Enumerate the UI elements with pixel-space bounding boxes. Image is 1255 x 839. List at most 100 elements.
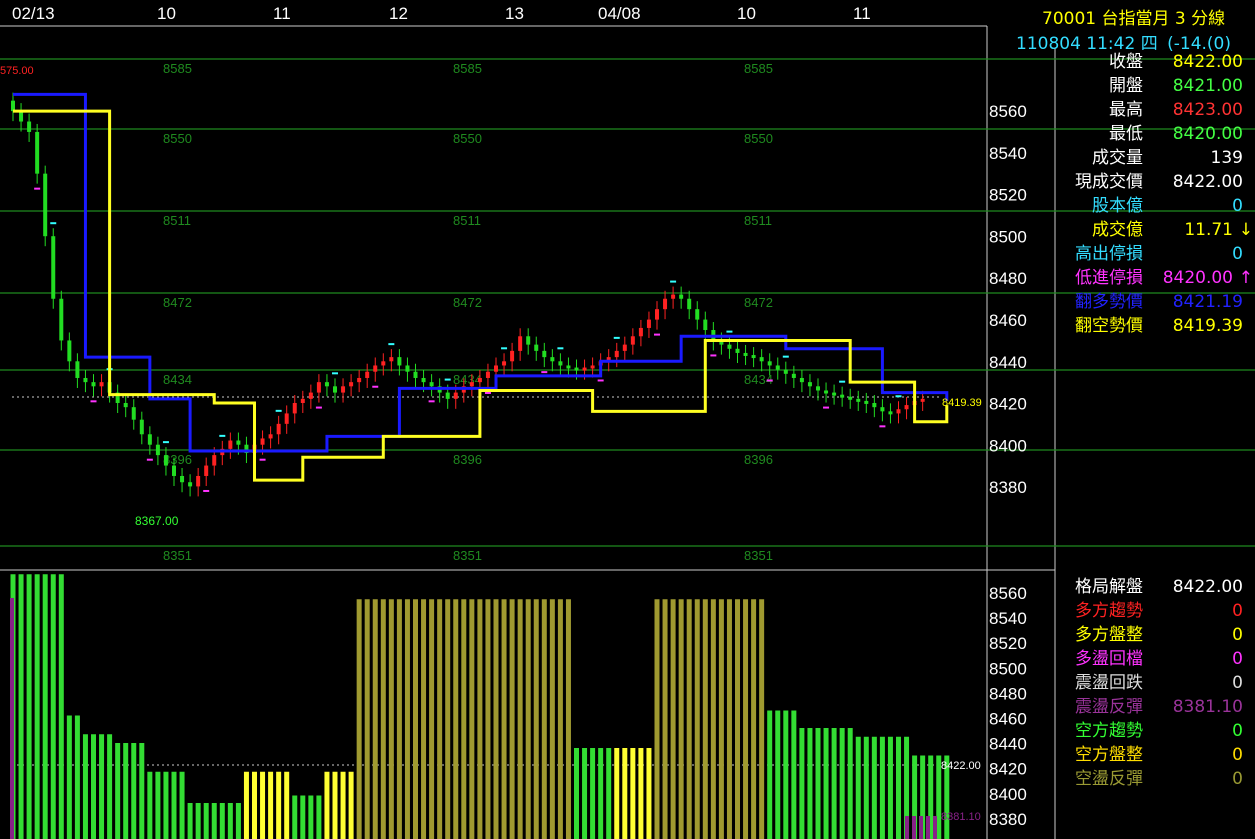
pivot-label: 8472 — [744, 295, 773, 310]
regime-bar — [831, 728, 837, 839]
candle-body — [284, 413, 289, 424]
candle-body — [751, 355, 756, 359]
regime-bar — [710, 599, 716, 839]
regime-bar — [646, 748, 652, 839]
pivot-label: 8585 — [744, 61, 773, 76]
candle-body — [840, 394, 845, 398]
price-tick-label: 8520 — [989, 186, 1027, 205]
candle-body — [147, 434, 152, 445]
candle-body — [373, 365, 378, 372]
regime-bar — [622, 748, 628, 839]
panel-value: 0 — [1232, 673, 1243, 693]
panel-row: 翻多勢價 8421.19 — [1055, 290, 1255, 314]
regime-bar — [493, 599, 499, 839]
regime-bar — [638, 748, 644, 839]
regime-bar — [533, 599, 539, 839]
regime-bar-purple — [912, 816, 916, 839]
high-stop-dot — [219, 434, 226, 437]
high-stop-dot — [501, 347, 508, 350]
panel-label: 多方盤整 — [1075, 625, 1143, 645]
candle-body — [614, 350, 619, 358]
regime-bar — [726, 599, 732, 839]
pivot-label: 8351 — [453, 548, 482, 563]
candle-body — [99, 382, 104, 387]
panel-label: 多盪回檔 — [1075, 649, 1143, 669]
lower-tick-label: 8460 — [989, 710, 1027, 729]
candle-body — [574, 367, 579, 371]
pivot-label: 8511 — [163, 213, 191, 228]
lower-price-axis: 8560 8540 8520 8500 8480 8460 8440 8420 8400 8380 — [989, 584, 1027, 829]
low-stop-dot — [259, 458, 266, 461]
panel-row: 現成交價 8422.00 — [1055, 170, 1255, 194]
regime-bar — [775, 710, 781, 839]
panel-row: 多方盤整 0 — [1055, 623, 1255, 647]
candle-body — [880, 407, 885, 412]
regime-bar — [235, 803, 241, 839]
regime-bar — [590, 748, 596, 839]
panel-arrow: ↓ — [1238, 220, 1253, 240]
candle-body — [856, 398, 861, 402]
pivot-label: 8550 — [163, 131, 192, 146]
regime-bar — [694, 599, 700, 839]
candle-body — [445, 392, 450, 399]
pivot-label: 8511 — [453, 213, 481, 228]
candle-body — [679, 294, 684, 299]
low-stop-dot — [654, 333, 660, 336]
candle-body — [759, 357, 764, 362]
regime-bar-purple — [933, 816, 937, 839]
low-stop-dot — [823, 406, 830, 409]
candle-body — [655, 309, 659, 320]
regime-bar — [203, 803, 209, 839]
candle-body — [228, 440, 233, 449]
panel-value: 139 — [1210, 148, 1243, 168]
low-stop-dot — [484, 391, 491, 394]
candle-body — [139, 419, 144, 435]
regime-bar — [686, 599, 692, 839]
x-axis: 02/13 10 11 12 13 04/08 10 11 — [12, 4, 871, 23]
pivot-label: 8550 — [453, 131, 482, 146]
panel-value: 8420.00 — [1172, 124, 1243, 144]
panel-arrow: ↑ — [1238, 268, 1253, 288]
price-axis: 8560 8540 8520 8500 8480 8460 8440 8420 8400 8380 — [989, 102, 1027, 497]
x-tick-label: 12 — [389, 4, 408, 23]
panel-label: 最高 — [1109, 100, 1143, 120]
candle-body — [341, 386, 346, 393]
lower-tick-label: 8500 — [989, 659, 1027, 678]
regime-bar — [654, 599, 660, 839]
regime-bar-purple — [905, 816, 909, 839]
regime-bar — [284, 771, 290, 839]
regime-bar — [879, 736, 885, 839]
regime-bar — [179, 771, 185, 839]
high-stop-dot — [726, 330, 733, 333]
panel-label: 股本億 — [1092, 196, 1143, 216]
high-stop-dot — [50, 222, 57, 225]
regime-bar — [630, 748, 636, 839]
regime-bar — [316, 795, 322, 839]
high-stop-dot — [557, 347, 564, 350]
candle-body — [550, 357, 555, 362]
candle-body — [502, 361, 507, 366]
panel-label: 高出停損 — [1075, 244, 1143, 264]
low-stop-dot — [34, 187, 41, 190]
panel-value: 8419.39 — [1172, 316, 1243, 336]
regime-bar-purple — [10, 598, 14, 839]
candle-body — [357, 377, 362, 383]
regime-bar — [501, 599, 507, 839]
price-tick-label: 8540 — [989, 144, 1027, 163]
regime-bar — [517, 599, 523, 839]
panel-value: 8420.00 — [1162, 268, 1233, 288]
candle-body — [807, 382, 812, 387]
pivot-label: 8434 — [163, 372, 192, 387]
candle-body — [582, 367, 587, 371]
high-stop-dot — [444, 378, 451, 381]
candle-body — [824, 390, 829, 394]
regime-bar — [26, 574, 32, 839]
x-tick-label: 10 — [157, 4, 176, 23]
regime-bar — [767, 710, 773, 839]
low-stop-dot — [203, 489, 210, 492]
candle-body — [75, 361, 80, 378]
panel-row: 低進停損 8420.00 ↑ — [1055, 266, 1255, 290]
info-panel: 收盤 8422.00 開盤 8421.00 最高 8423.00 最低 8420.00 成交量 1… — [1055, 50, 1255, 350]
panel-label: 現成交價 — [1075, 172, 1143, 192]
low-stop-dot — [428, 400, 435, 403]
